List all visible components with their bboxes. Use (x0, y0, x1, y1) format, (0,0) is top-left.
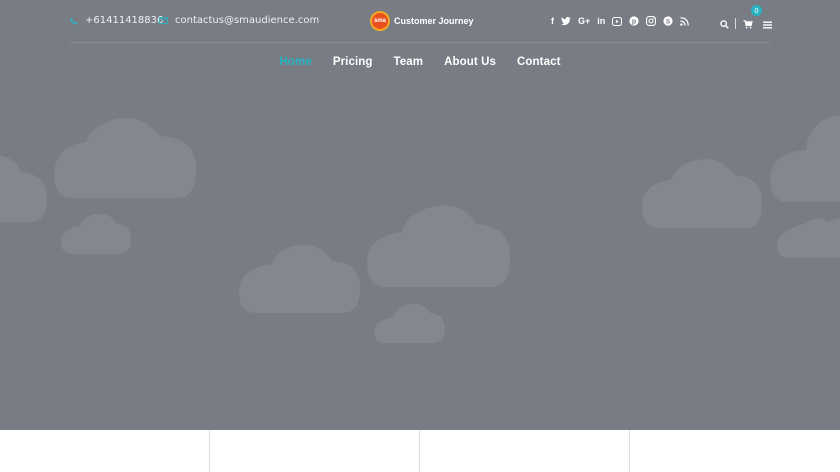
hero-section: +61411418836 contactus@smaudience.com sm… (0, 0, 840, 430)
svg-text:S: S (666, 18, 671, 25)
cloud-shape (0, 155, 47, 222)
pinterest-icon[interactable]: p (629, 15, 639, 27)
search-icon[interactable] (720, 14, 729, 33)
cloud-shape (642, 158, 762, 228)
skype-icon[interactable]: S (663, 15, 673, 27)
cloud-shape (770, 115, 840, 202)
cloud-shape (61, 213, 131, 254)
twitter-icon[interactable] (561, 15, 571, 27)
cloud-shape (777, 218, 840, 258)
site-logo[interactable]: sma Customer Journey (370, 11, 474, 31)
instagram-icon[interactable] (646, 15, 657, 27)
feature-card (210, 430, 420, 472)
phone-icon (70, 16, 78, 25)
nav-item-about-us[interactable]: About Us (444, 56, 496, 74)
cloud-shape (239, 244, 360, 313)
logo-mark: sma (370, 11, 390, 31)
feature-card (420, 430, 630, 472)
google-plus-icon[interactable]: G+ (578, 15, 590, 27)
facebook-icon[interactable]: f (551, 15, 554, 27)
social-links: f G+ in p S (551, 15, 696, 27)
linkedin-icon[interactable]: in (597, 15, 605, 27)
tools-divider (735, 18, 736, 29)
feature-cards-row (0, 430, 840, 472)
phone-contact[interactable]: +61411418836 (70, 15, 163, 26)
header-tools: 0 (720, 5, 772, 33)
cart-count-badge: 0 (751, 5, 762, 16)
main-navigation: Home Pricing Team About Us Contact (0, 56, 840, 74)
envelope-icon (159, 17, 168, 24)
cart-button[interactable]: 0 (743, 5, 762, 33)
top-bar: +61411418836 contactus@smaudience.com sm… (70, 0, 772, 43)
email-contact[interactable]: contactus@smaudience.com (159, 15, 319, 26)
feature-card (0, 430, 210, 472)
feature-card (630, 430, 840, 472)
cloud-shape (367, 205, 510, 287)
svg-text:p: p (632, 19, 636, 26)
cloud-shape (374, 303, 445, 343)
nav-item-home[interactable]: Home (279, 56, 311, 74)
phone-number: +61411418836 (85, 15, 164, 26)
nav-item-team[interactable]: Team (394, 56, 424, 74)
youtube-icon[interactable] (612, 15, 623, 27)
hamburger-menu-icon[interactable] (763, 14, 772, 33)
rss-icon[interactable] (680, 15, 690, 27)
cart-icon (743, 20, 753, 29)
nav-item-pricing[interactable]: Pricing (333, 56, 373, 74)
email-address: contactus@smaudience.com (175, 15, 320, 26)
cloud-shape (54, 118, 196, 198)
logo-text: Customer Journey (394, 16, 474, 26)
nav-item-contact[interactable]: Contact (517, 56, 561, 74)
